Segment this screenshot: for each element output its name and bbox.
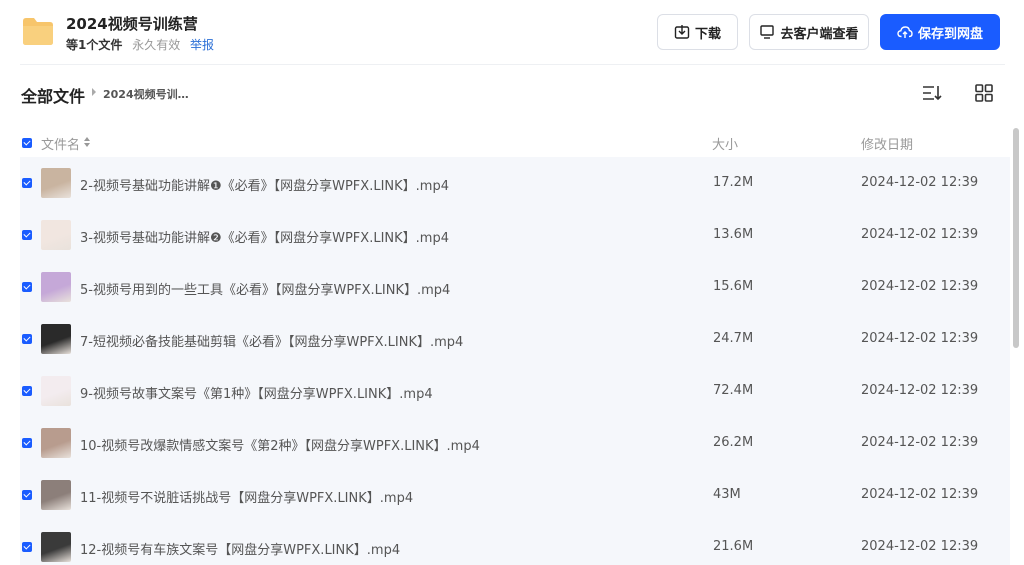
file-size: 26.2M <box>713 435 754 450</box>
breadcrumb-root[interactable]: 全部文件 <box>21 83 85 107</box>
file-date: 2024-12-02 12:39 <box>861 175 979 190</box>
file-date: 2024-12-02 12:39 <box>861 435 979 450</box>
select-all-checkbox[interactable] <box>22 138 32 148</box>
file-size: 24.7M <box>713 331 754 346</box>
file-list: 2-视频号基础功能讲解❶《必看》【网盘分享WPFX.LINK】.mp4 17.2… <box>20 157 1010 565</box>
file-size: 17.2M <box>713 175 754 190</box>
row-checkbox[interactable] <box>22 490 32 500</box>
column-size: 大小 <box>712 138 739 153</box>
file-size: 72.4M <box>713 383 754 398</box>
cloud-upload-icon <box>897 26 913 38</box>
table-header: 文件名 大小 修改日期 <box>20 130 1005 156</box>
file-date: 2024-12-02 12:39 <box>861 331 979 346</box>
validity-text: 永久有效 <box>132 38 181 52</box>
table-row[interactable]: 11-视频号不说脏话挑战号【网盘分享WPFX.LINK】.mp4 43M 202… <box>20 469 1010 521</box>
file-size: 21.6M <box>713 539 754 554</box>
file-size: 13.6M <box>713 227 754 242</box>
file-name[interactable]: 12-视频号有车族文案号【网盘分享WPFX.LINK】.mp4 <box>80 539 400 558</box>
file-date: 2024-12-02 12:39 <box>861 487 979 502</box>
breadcrumb-separator-icon <box>92 88 96 96</box>
row-checkbox[interactable] <box>22 542 32 552</box>
folder-icon <box>23 18 53 45</box>
file-name[interactable]: 7-短视频必备技能基础剪辑《必看》【网盘分享WPFX.LINK】.mp4 <box>80 331 463 350</box>
file-name[interactable]: 9-视频号故事文案号《第1种》【网盘分享WPFX.LINK】.mp4 <box>80 383 433 402</box>
file-name[interactable]: 11-视频号不说脏话挑战号【网盘分享WPFX.LINK】.mp4 <box>80 487 413 506</box>
open-client-label: 去客户端查看 <box>780 26 859 42</box>
file-name[interactable]: 2-视频号基础功能讲解❶《必看》【网盘分享WPFX.LINK】.mp4 <box>80 175 449 194</box>
share-header: 2024视频号训练营 等1个文件 永久有效 举报 下载 去客户端查看 保存到网盘 <box>0 0 1024 64</box>
file-size: 15.6M <box>713 279 754 294</box>
row-checkbox[interactable] <box>22 386 32 396</box>
video-thumbnail <box>41 324 71 354</box>
report-link[interactable]: 举报 <box>190 38 214 52</box>
file-date: 2024-12-02 12:39 <box>861 383 979 398</box>
monitor-icon <box>760 25 775 39</box>
table-row[interactable]: 10-视频号改爆款情感文案号《第2种》【网盘分享WPFX.LINK】.mp4 2… <box>20 417 1010 469</box>
file-count: 等1个文件 <box>66 38 123 52</box>
table-row[interactable]: 12-视频号有车族文案号【网盘分享WPFX.LINK】.mp4 21.6M 20… <box>20 521 1010 565</box>
scrollbar-thumb[interactable] <box>1013 128 1019 348</box>
file-name[interactable]: 10-视频号改爆款情感文案号《第2种》【网盘分享WPFX.LINK】.mp4 <box>80 435 480 454</box>
video-thumbnail <box>41 428 71 458</box>
video-thumbnail <box>41 168 71 198</box>
column-name[interactable]: 文件名 <box>41 134 80 153</box>
file-date: 2024-12-02 12:39 <box>861 279 979 294</box>
table-row[interactable]: 5-视频号用到的一些工具《必看》【网盘分享WPFX.LINK】.mp4 15.6… <box>20 261 1010 313</box>
sort-icon[interactable] <box>921 83 943 103</box>
header-divider <box>20 64 1005 65</box>
file-size: 43M <box>713 487 741 502</box>
share-title: 2024视频号训练营 <box>66 15 198 33</box>
row-checkbox[interactable] <box>22 334 32 344</box>
grid-view-icon[interactable] <box>974 83 994 103</box>
table-row[interactable]: 7-短视频必备技能基础剪辑《必看》【网盘分享WPFX.LINK】.mp4 24.… <box>20 313 1010 365</box>
sort-toggle-icon[interactable] <box>83 136 91 148</box>
file-date: 2024-12-02 12:39 <box>861 539 979 554</box>
video-thumbnail <box>41 480 71 510</box>
row-checkbox[interactable] <box>22 438 32 448</box>
download-button[interactable]: 下载 <box>657 14 738 50</box>
file-name[interactable]: 5-视频号用到的一些工具《必看》【网盘分享WPFX.LINK】.mp4 <box>80 279 450 298</box>
video-thumbnail <box>41 272 71 302</box>
share-meta: 等1个文件 永久有效 举报 <box>66 36 214 53</box>
table-row[interactable]: 2-视频号基础功能讲解❶《必看》【网盘分享WPFX.LINK】.mp4 17.2… <box>20 157 1010 209</box>
download-label: 下载 <box>694 26 721 42</box>
file-name[interactable]: 3-视频号基础功能讲解❷《必看》【网盘分享WPFX.LINK】.mp4 <box>80 227 449 246</box>
file-date: 2024-12-02 12:39 <box>861 227 979 242</box>
row-checkbox[interactable] <box>22 230 32 240</box>
column-date: 修改日期 <box>861 138 914 153</box>
video-thumbnail <box>41 532 71 562</box>
table-row[interactable]: 9-视频号故事文案号《第1种》【网盘分享WPFX.LINK】.mp4 72.4M… <box>20 365 1010 417</box>
breadcrumb-current: 2024视频号训… <box>103 88 189 101</box>
row-checkbox[interactable] <box>22 178 32 188</box>
open-client-button[interactable]: 去客户端查看 <box>749 14 869 50</box>
save-to-cloud-label: 保存到网盘 <box>917 26 983 42</box>
download-icon <box>674 25 690 39</box>
row-checkbox[interactable] <box>22 282 32 292</box>
video-thumbnail <box>41 376 71 406</box>
save-to-cloud-button[interactable]: 保存到网盘 <box>880 14 1000 50</box>
table-row[interactable]: 3-视频号基础功能讲解❷《必看》【网盘分享WPFX.LINK】.mp4 13.6… <box>20 209 1010 261</box>
video-thumbnail <box>41 220 71 250</box>
